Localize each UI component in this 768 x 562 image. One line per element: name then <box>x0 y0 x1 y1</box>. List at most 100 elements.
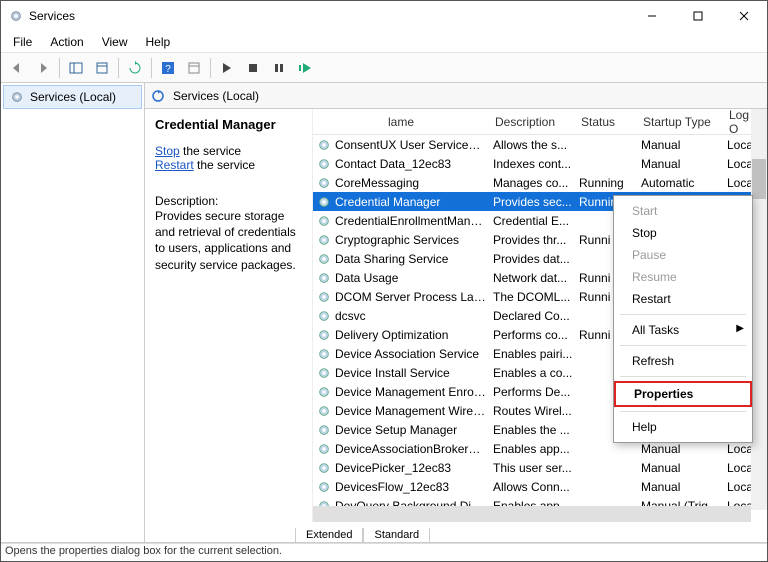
cell-startup: Manual <box>641 480 727 494</box>
refresh-button[interactable] <box>123 56 147 80</box>
cell-name: Device Setup Manager <box>335 423 493 437</box>
tree-services-local[interactable]: Services (Local) <box>3 85 142 109</box>
col-startup-type[interactable]: Startup Type <box>637 115 723 129</box>
restart-link[interactable]: Restart <box>155 158 194 172</box>
cell-name: Contact Data_12ec83 <box>335 157 493 171</box>
cell-startup: Manual <box>641 138 727 152</box>
menu-view[interactable]: View <box>94 33 136 51</box>
service-row[interactable]: DevicePicker_12ec83This user ser...Manua… <box>313 458 767 477</box>
cell-description: This user ser... <box>493 461 579 475</box>
cell-name: Delivery Optimization <box>335 328 493 342</box>
cell-description: Enables a co... <box>493 366 579 380</box>
stop-link[interactable]: Stop <box>155 144 180 158</box>
context-menu-pause: Pause <box>614 244 752 266</box>
app-icon <box>9 9 23 23</box>
window-title: Services <box>29 9 75 23</box>
submenu-arrow-icon: ▶ <box>736 323 744 334</box>
export-list-button[interactable] <box>90 56 114 80</box>
list-pane: lame Description Status Startup Type Log… <box>313 109 767 522</box>
cell-description: Enables the ... <box>493 423 579 437</box>
cell-name: Device Management Enroll... <box>335 385 493 399</box>
context-menu-stop[interactable]: Stop <box>614 222 752 244</box>
cell-startup: Automatic <box>641 176 727 190</box>
cell-name: Device Association Service <box>335 347 493 361</box>
cell-name: DevicesFlow_12ec83 <box>335 480 493 494</box>
restart-service-button[interactable] <box>293 56 317 80</box>
tool-bar: ? <box>1 53 767 83</box>
context-menu-help[interactable]: Help <box>614 416 752 438</box>
services-window: Services File Action View Help ? Service <box>0 0 768 562</box>
forward-button[interactable] <box>31 56 55 80</box>
service-row[interactable]: DevicesFlow_12ec83Allows Conn...ManualLo… <box>313 477 767 496</box>
menu-action[interactable]: Action <box>42 33 91 51</box>
refresh-icon <box>151 89 165 103</box>
minimize-button[interactable] <box>629 1 675 31</box>
cell-description: Manages co... <box>493 176 579 190</box>
context-menu-resume: Resume <box>614 266 752 288</box>
tab-strip: Extended Standard <box>145 522 767 542</box>
vertical-scrollbar[interactable] <box>751 109 767 510</box>
title-bar: Services <box>1 1 767 31</box>
cell-description: Provides thr... <box>493 233 579 247</box>
maximize-button[interactable] <box>675 1 721 31</box>
cell-name: Cryptographic Services <box>335 233 493 247</box>
cell-name: dcsvc <box>335 309 493 323</box>
service-row[interactable]: Contact Data_12ec83Indexes cont...Manual… <box>313 154 767 173</box>
right-pane: Services (Local) Credential Manager Stop… <box>145 83 767 542</box>
col-description[interactable]: Description <box>489 115 575 129</box>
cell-name: DCOM Server Process Launc... <box>335 290 493 304</box>
cell-description: Declared Co... <box>493 309 579 323</box>
close-button[interactable] <box>721 1 767 31</box>
context-menu-start: Start <box>614 200 752 222</box>
col-name[interactable]: lame <box>313 115 489 129</box>
help-button[interactable]: ? <box>156 56 180 80</box>
column-headers[interactable]: lame Description Status Startup Type Log… <box>313 109 767 135</box>
cell-description: The DCOML... <box>493 290 579 304</box>
horizontal-scrollbar[interactable] <box>313 506 751 522</box>
tree-pane: Services (Local) <box>1 83 145 542</box>
stop-service-button[interactable] <box>241 56 265 80</box>
cell-description: Performs co... <box>493 328 579 342</box>
cell-description: Provides dat... <box>493 252 579 266</box>
cell-name: CredentialEnrollmentManag... <box>335 214 493 228</box>
status-bar: Opens the properties dialog box for the … <box>1 543 767 561</box>
context-menu-separator <box>620 345 746 346</box>
tab-extended[interactable]: Extended <box>295 528 363 543</box>
context-menu-separator <box>620 314 746 315</box>
selected-service-title: Credential Manager <box>155 117 302 132</box>
cell-description: Provides sec... <box>493 195 579 209</box>
context-menu-properties[interactable]: Properties <box>614 381 752 407</box>
cell-name: Data Usage <box>335 271 493 285</box>
cell-description: Enables app... <box>493 499 579 507</box>
cell-name: DeviceAssociationBroker_12... <box>335 442 493 456</box>
context-menu-refresh[interactable]: Refresh <box>614 350 752 372</box>
menu-help[interactable]: Help <box>138 33 179 51</box>
properties-button[interactable] <box>182 56 206 80</box>
context-menu-separator <box>620 411 746 412</box>
cell-name: DevQuery Background Disc... <box>335 499 493 507</box>
cell-name: Credential Manager <box>335 195 493 209</box>
back-button[interactable] <box>5 56 29 80</box>
cell-description: Enables app... <box>493 442 579 456</box>
tree-label: Services (Local) <box>30 90 116 104</box>
menu-file[interactable]: File <box>5 33 40 51</box>
start-service-button[interactable] <box>215 56 239 80</box>
context-menu-restart[interactable]: Restart <box>614 288 752 310</box>
tab-standard[interactable]: Standard <box>363 528 430 543</box>
pause-service-button[interactable] <box>267 56 291 80</box>
cell-description: Allows Conn... <box>493 480 579 494</box>
col-status[interactable]: Status <box>575 115 637 129</box>
scroll-thumb[interactable] <box>752 159 766 199</box>
show-hide-tree-button[interactable] <box>64 56 88 80</box>
cell-name: Device Install Service <box>335 366 493 380</box>
service-row[interactable]: CoreMessagingManages co...RunningAutomat… <box>313 173 767 192</box>
cell-description: Network dat... <box>493 271 579 285</box>
context-menu-all-tasks[interactable]: All Tasks▶ <box>614 319 752 341</box>
cell-name: Data Sharing Service <box>335 252 493 266</box>
cell-description: Credential E... <box>493 214 579 228</box>
context-menu: StartStopPauseResumeRestart All Tasks▶ Ref… <box>613 195 753 443</box>
service-row[interactable]: ConsentUX User Service_12e...Allows the … <box>313 135 767 154</box>
service-row[interactable]: DevQuery Background Disc...Enables app..… <box>313 496 767 506</box>
cell-description: Enables pairi... <box>493 347 579 361</box>
cell-description: Routes Wirel... <box>493 404 579 418</box>
